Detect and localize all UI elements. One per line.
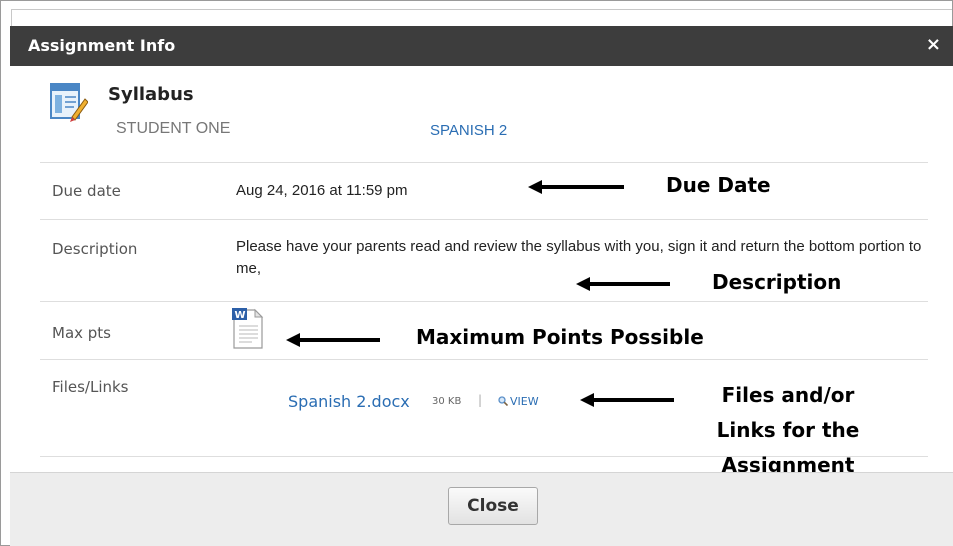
close-button[interactable]: Close — [448, 487, 538, 525]
files-annotation: Files and/or Links for the Assignment — [688, 378, 888, 483]
dialog-footer: Close — [10, 472, 953, 546]
view-label[interactable]: VIEW — [510, 395, 539, 408]
view-file-link[interactable]: VIEW — [498, 395, 539, 408]
divider — [40, 301, 928, 302]
word-document-icon: W — [232, 308, 264, 349]
max-pts-label: Max pts — [52, 324, 111, 342]
description-annotation: Description — [712, 270, 842, 294]
close-button-label[interactable]: Close — [449, 488, 537, 524]
files-annotation-line: Links for the — [716, 418, 860, 442]
student-name: STUDENT ONE — [116, 120, 231, 137]
due-date-annotation: Due Date — [666, 173, 771, 197]
course-link[interactable]: SPANISH 2 — [430, 122, 507, 139]
divider — [40, 162, 928, 163]
due-date-value: Aug 24, 2016 at 11:59 pm — [236, 182, 408, 199]
due-date-label: Due date — [52, 182, 121, 200]
assignment-document-icon — [50, 83, 88, 122]
svg-text:W: W — [235, 310, 246, 321]
divider — [40, 359, 928, 360]
divider — [40, 219, 928, 220]
magnifier-icon — [498, 396, 508, 406]
files-arrow — [580, 393, 674, 407]
close-icon[interactable]: × — [926, 34, 941, 55]
dialog-titlebar: Assignment Info × — [10, 26, 953, 66]
files-annotation-line: Files and/or — [721, 383, 855, 407]
description-arrow — [576, 277, 670, 291]
file-separator: | — [478, 393, 483, 407]
max-points-annotation: Maximum Points Possible — [416, 325, 704, 349]
files-links-label: Files/Links — [52, 378, 129, 396]
max-points-arrow — [286, 333, 380, 347]
description-label: Description — [52, 240, 138, 258]
file-size: 30 KB — [432, 396, 462, 407]
file-link[interactable]: Spanish 2.docx — [288, 392, 410, 411]
dialog-title: Assignment Info — [28, 36, 176, 55]
assignment-title: Syllabus — [108, 84, 194, 105]
due-date-arrow — [528, 180, 624, 194]
